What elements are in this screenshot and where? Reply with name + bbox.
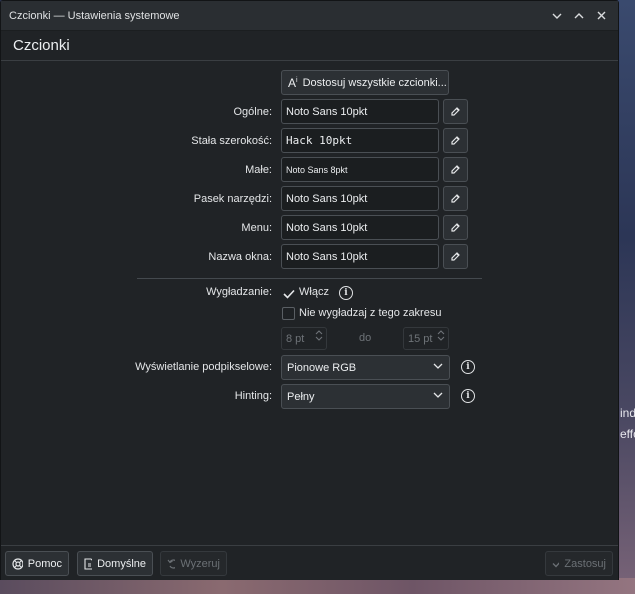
chevron-down-icon (315, 336, 323, 341)
hinting-label: Hinting: (234, 390, 272, 402)
exclude-from-value: 8 pt (286, 332, 305, 345)
spin-arrows (437, 330, 445, 341)
font-label-toolbar: Pasek narzędzi: (193, 193, 272, 205)
subpixel-info-icon[interactable]: i (461, 360, 475, 374)
settings-window: Czcionki — Ustawienia systemowe Czcionki… (0, 0, 619, 580)
defaults-label: Domyślne (97, 557, 146, 570)
chevron-down-icon (552, 13, 562, 19)
font-value-menu: Noto Sans 10pkt (281, 215, 439, 240)
exclude-to-spinbox[interactable]: 15 pt (403, 327, 449, 350)
hinting-select[interactable]: Pełny (281, 384, 450, 409)
hinting-value: Pełny (287, 390, 315, 403)
close-button[interactable] (592, 7, 610, 25)
exclude-from-spinbox[interactable]: 8 pt (281, 327, 327, 350)
hinting-info-icon[interactable]: i (461, 389, 475, 403)
exclude-to-value: 15 pt (408, 332, 433, 345)
apply-button[interactable]: Zastosuj (545, 551, 613, 576)
font-value-toolbar: Noto Sans 10pkt (281, 186, 439, 211)
font-value-fixed: Hack 10pkt (281, 128, 439, 153)
edit-font-general-button[interactable] (443, 99, 468, 124)
close-icon (597, 11, 605, 20)
reset-button[interactable]: Wyzeruj (160, 551, 227, 576)
desktop-background (618, 0, 635, 594)
antialiasing-info-icon[interactable]: i (339, 286, 353, 300)
minimize-button[interactable] (548, 7, 566, 25)
help-button[interactable]: Pomoc (5, 551, 69, 576)
font-label-general: Ogólne: (233, 106, 272, 118)
antialiasing-checkbox[interactable] (282, 287, 295, 300)
maximize-button[interactable] (570, 7, 588, 25)
exclude-range-checkbox[interactable] (282, 307, 295, 320)
pencil-icon (451, 223, 460, 232)
adjust-all-fonts-button[interactable]: Ai Dostosuj wszystkie czcionki... (281, 70, 449, 95)
chevron-up-icon (315, 330, 323, 335)
pencil-icon (451, 194, 460, 203)
font-label-window-title: Nazwa okna: (208, 251, 272, 263)
document-icon (84, 557, 93, 570)
chevron-down-icon (433, 392, 443, 398)
chevron-down-icon (433, 363, 443, 369)
subpixel-value: Pionowe RGB (287, 361, 357, 374)
chevron-down-icon (437, 336, 445, 341)
edit-font-fixed-button[interactable] (443, 128, 468, 153)
pencil-icon (451, 107, 460, 116)
exclude-range-label: Nie wygładzaj z tego zakresu (299, 307, 442, 319)
antialiasing-label: Wygładzanie: (206, 286, 272, 298)
defaults-button[interactable]: Domyślne (77, 551, 153, 576)
edit-font-toolbar-button[interactable] (443, 186, 468, 211)
pencil-icon (451, 165, 460, 174)
pencil-icon (451, 136, 460, 145)
pencil-icon (451, 252, 460, 261)
font-value-window-title: Noto Sans 10pkt (281, 244, 439, 269)
desktop-text-line1: ind (620, 406, 635, 420)
subpixel-label: Wyświetlanie podpikselowe: (135, 361, 272, 373)
desktop-bottom (0, 578, 635, 594)
chevron-up-icon (437, 330, 445, 335)
edit-font-small-button[interactable] (443, 157, 468, 182)
desktop-text-line2: effo (620, 427, 635, 441)
page-title: Czcionki (1, 31, 618, 61)
checkmark-icon (282, 289, 295, 299)
subpixel-select[interactable]: Pionowe RGB (281, 355, 450, 380)
apply-label: Zastosuj (564, 557, 606, 570)
font-label-menu: Menu: (241, 222, 272, 234)
font-adjust-icon: Ai (288, 75, 298, 90)
edit-font-menu-button[interactable] (443, 215, 468, 240)
font-label-fixed: Stała szerokość: (191, 135, 272, 147)
edit-font-window-title-button[interactable] (443, 244, 468, 269)
window-title: Czcionki — Ustawienia systemowe (9, 9, 180, 22)
title-bar[interactable]: Czcionki — Ustawienia systemowe (1, 1, 618, 31)
antialiasing-enable-label: Włącz (299, 286, 329, 298)
font-value-small: Noto Sans 8pkt (281, 157, 439, 182)
font-label-small: Małe: (245, 164, 272, 176)
undo-icon (167, 559, 176, 569)
help-label: Pomoc (27, 557, 62, 570)
fonts-page: Ai Dostosuj wszystkie czcionki... Ogólne… (1, 61, 618, 544)
checkmark-icon (552, 561, 560, 568)
range-to-label: do (359, 332, 372, 344)
reset-label: Wyzeruj (180, 557, 220, 570)
adjust-all-fonts-label: Dostosuj wszystkie czcionki... (302, 76, 447, 89)
lifebuoy-icon (12, 557, 23, 570)
footer-bar: Pomoc Domyślne Wyzeruj Zastosuj (1, 545, 618, 580)
chevron-up-icon (574, 12, 584, 18)
font-value-general: Noto Sans 10pkt (281, 99, 439, 124)
separator (137, 278, 482, 279)
spin-arrows (315, 330, 323, 341)
